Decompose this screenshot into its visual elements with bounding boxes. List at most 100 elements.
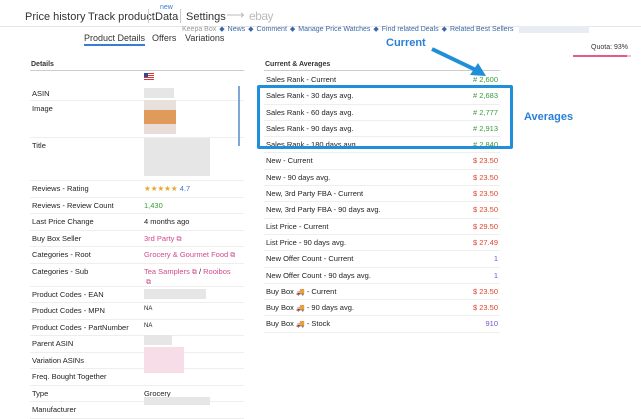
buybox-row: Buy Box 🚚 - Current $ 23.50 [264,284,500,301]
quota-bar [573,55,631,57]
detail-label: Manufacturer [32,405,77,414]
detail-row-manufacturer: Manufacturer [30,402,244,419]
detail-row-rating: Reviews - Rating ★★★★★ 4.7 [30,181,244,198]
external-link-icon[interactable]: ⧉ [176,236,181,243]
rating-value: 4.7 [179,184,191,193]
detail-label: Product Codes - EAN [32,289,104,299]
detail-row-last-price-change: Last Price Change 4 months ago [30,214,244,231]
external-link-icon[interactable]: ⧉ [146,279,151,286]
detail-row-review-count: Reviews - Review Count 1,430 [30,198,244,214]
price-row: New, 3rd Party FBA - Current $ 23.50 [264,186,500,203]
detail-row-variation-asins: Variation ASINs [30,353,244,369]
truck-icon: 🚚 [296,305,305,313]
detail-label: Type [32,388,49,398]
count-label: New Offer Count - 90 days avg. [266,270,371,280]
detail-label: Title [32,141,46,150]
us-flag-icon [144,73,154,80]
blurred-asin [144,88,174,98]
sublink-comment[interactable]: Comment [257,26,287,33]
detail-value: Grocery & Gourmet Food ⧉ [144,250,235,260]
sublinks-bar: Keepa Box ◆ News ◆ Comment ◆ Manage Price Watc… [182,25,590,33]
detail-label: Categories - Sub [32,266,89,276]
count-value: 1 [493,254,498,264]
sublink-find-related-deals[interactable]: Find related Deals [382,26,439,33]
tab-price-history[interactable]: Price history [25,11,86,23]
price-row: List Price - 90 days avg. $ 27.49 [264,235,500,252]
buybox-label: Buy Box 🚚 - Stock [266,319,331,329]
price-value: $ 23.50 [472,172,498,182]
current-arrow-icon [431,47,486,76]
price-label: List Price - Current [266,221,329,231]
buybox-label: Buy Box 🚚 - 90 days avg. [266,303,354,313]
detail-label: Categories - Root [32,250,91,259]
detail-label: ASIN [32,89,50,98]
sublink-related-best-sellers[interactable]: Related Best Sellers [450,26,513,33]
detail-row-parent-asin: Parent ASIN [30,336,244,353]
category-sub-link[interactable]: Tea Samplers [144,267,190,276]
details-heading-line [30,70,244,71]
blurred-title [144,138,210,176]
subtab-product-details[interactable]: Product Details [84,33,146,46]
nav-divider [180,9,181,23]
blurred-ean [144,289,206,299]
details-scrollbar[interactable] [238,86,240,146]
price-label: New, 3rd Party FBA - Current [266,189,364,199]
truck-icon: 🚚 [296,288,305,296]
price-value: $ 27.49 [472,237,498,247]
sublink-news[interactable]: News [228,26,246,33]
details-table: ASIN Image Title Reviews - Rating ★★★★★ … [30,86,244,419]
price-row: New - Current $ 23.50 [264,153,500,170]
truck-icon: 🚚 [296,321,305,329]
blurred-manufacturer [144,397,210,405]
averages-highlight-box [257,85,513,149]
details-heading: Details [31,61,54,68]
blurred-variations [144,347,184,373]
detail-label: Last Price Change [32,217,94,226]
blurred-parent-asin [144,335,172,345]
detail-row-buy-box-seller: Buy Box Seller 3rd Party ⧉ [30,231,244,247]
review-count-value: 1,430 [144,200,163,210]
price-label: List Price - 90 days avg. [266,237,347,247]
detail-value: ★★★★★ 4.7 [144,184,190,193]
sublink-keepa-box[interactable]: Keepa Box [182,26,216,33]
quota-label: Quota: 93% [591,44,628,51]
buy-box-seller-link[interactable]: 3rd Party [144,234,174,243]
tab-track-product[interactable]: Track product [88,11,155,23]
subtab-offers[interactable]: Offers [152,33,176,43]
count-row: New Offer Count - Current 1 [264,251,500,268]
buybox-value: $ 23.50 [472,303,498,313]
count-row: New Offer Count - 90 days avg. 1 [264,268,500,284]
top-navigation: Price history Track product new Data Set… [0,0,641,28]
tab-data[interactable]: Data [155,11,178,23]
rating-stars-icon: ★★★★★ [144,184,178,193]
buybox-value: $ 23.50 [472,286,498,296]
detail-row-ean: Product Codes - EAN [30,287,244,303]
detail-row-mpn: Product Codes - MPN NA [30,303,244,320]
detail-label: Variation ASINs [32,355,84,365]
current-callout: Current [386,37,426,49]
price-row: New - 90 days avg. $ 23.50 [264,170,500,187]
category-sub-link-2[interactable]: Rooibos [203,267,231,276]
detail-row-category-root: Categories - Root Grocery & Gourmet Food… [30,247,244,264]
averages-callout: Averages [524,111,574,123]
detail-row-asin: ASIN [30,86,244,101]
count-label: New Offer Count - Current [266,254,354,264]
tab-settings[interactable]: Settings [186,11,226,23]
detail-row-category-sub: Categories - Sub Tea Samplers ⧉ / Rooibos… [30,264,244,287]
detail-label: Freq. Bought Together [32,372,107,381]
external-link-icon[interactable]: ⧉ [192,269,197,276]
detail-label: Product Codes - PartNumber [32,322,129,332]
sublink-manage-price-watches[interactable]: Manage Price Watches [298,26,370,33]
category-root-link[interactable]: Grocery & Gourmet Food [144,250,228,259]
detail-label: Parent ASIN [32,339,74,348]
external-link-icon[interactable]: ⧉ [230,252,235,259]
price-value: $ 23.50 [472,205,498,215]
detail-label: Buy Box Seller [32,233,82,243]
buybox-row: Buy Box 🚚 - 90 days avg. $ 23.50 [264,300,500,317]
detail-value: 3rd Party ⧉ [144,234,181,244]
ranks-heading: Current & Averages [265,61,331,68]
new-badge: new [160,4,173,11]
price-value: $ 23.50 [472,156,498,166]
subtab-variations[interactable]: Variations [185,33,224,43]
ebay-logo[interactable]: ebay [249,9,274,23]
